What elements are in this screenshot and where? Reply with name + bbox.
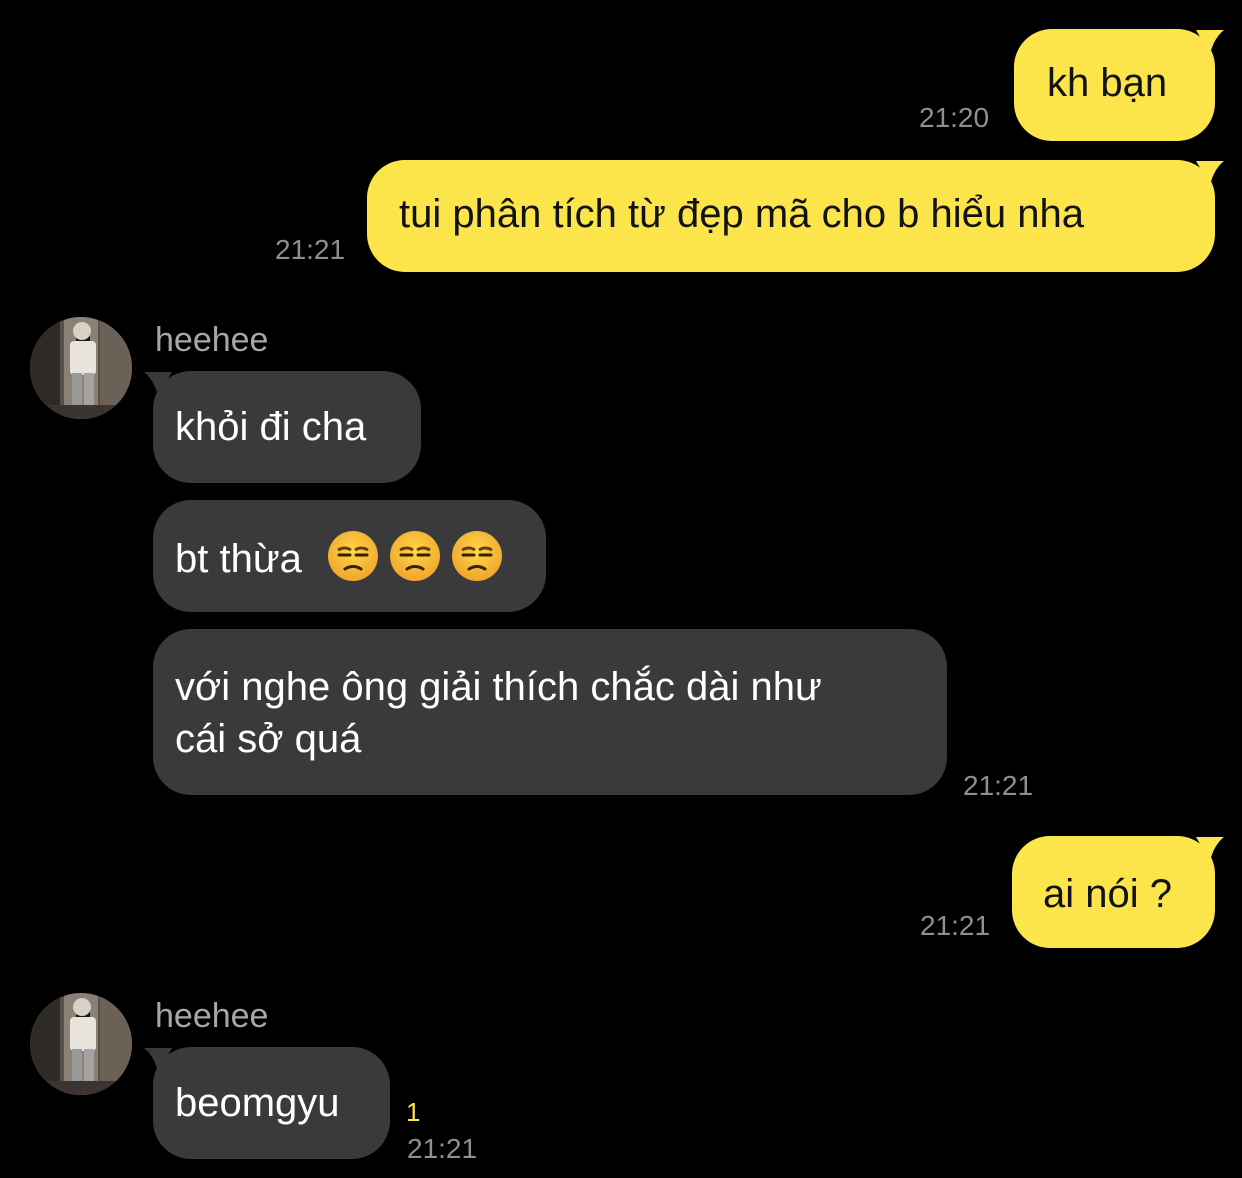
avatar[interactable] bbox=[30, 993, 132, 1095]
message-bubble[interactable]: bt thừa bbox=[153, 500, 546, 612]
unread-count: 1 bbox=[406, 1097, 421, 1127]
message-timestamp: 21:21 bbox=[963, 770, 1034, 801]
message-timestamp: 21:20 bbox=[919, 102, 990, 133]
message-text-line-2: cái sở quá bbox=[175, 717, 362, 761]
sender-name: heehee bbox=[155, 321, 269, 359]
message-timestamp: 21:21 bbox=[275, 234, 346, 265]
message-bubble[interactable]: ai nói ? bbox=[1012, 836, 1215, 948]
unamused-face-emoji bbox=[327, 531, 378, 581]
message-text: bt thừa bbox=[175, 537, 302, 581]
message-bubble[interactable]: với nghe ông giải thích chắc dài như cái… bbox=[153, 629, 947, 795]
unamused-face-emoji bbox=[451, 531, 502, 581]
message-bubble[interactable]: tui phân tích từ đẹp mã cho b hiểu nha bbox=[367, 160, 1215, 272]
message-timestamp: 21:21 bbox=[920, 910, 991, 941]
avatar-photo bbox=[30, 317, 132, 419]
message-text: kh bạn bbox=[1047, 61, 1168, 105]
message-text: ai nói ? bbox=[1043, 872, 1172, 916]
avatar-photo bbox=[30, 993, 132, 1095]
message-text: beomgyu bbox=[175, 1081, 340, 1125]
message-text: khỏi đi cha bbox=[175, 405, 367, 449]
message-bubble[interactable]: khỏi đi cha bbox=[153, 371, 421, 483]
unamused-face-emoji bbox=[389, 531, 440, 581]
message-text: tui phân tích từ đẹp mã cho b hiểu nha bbox=[399, 192, 1085, 236]
message-text-line-1: với nghe ông giải thích chắc dài như bbox=[175, 665, 822, 709]
bubble-tail bbox=[1196, 161, 1224, 185]
message-bubble[interactable]: beomgyu bbox=[153, 1047, 390, 1159]
message-bubble[interactable]: kh bạn bbox=[1014, 29, 1215, 141]
bubble-tail bbox=[1196, 30, 1224, 54]
avatar[interactable] bbox=[30, 317, 132, 419]
sender-name: heehee bbox=[155, 997, 269, 1035]
message-timestamp: 21:21 bbox=[407, 1133, 478, 1164]
bubble-tail bbox=[1196, 837, 1224, 861]
